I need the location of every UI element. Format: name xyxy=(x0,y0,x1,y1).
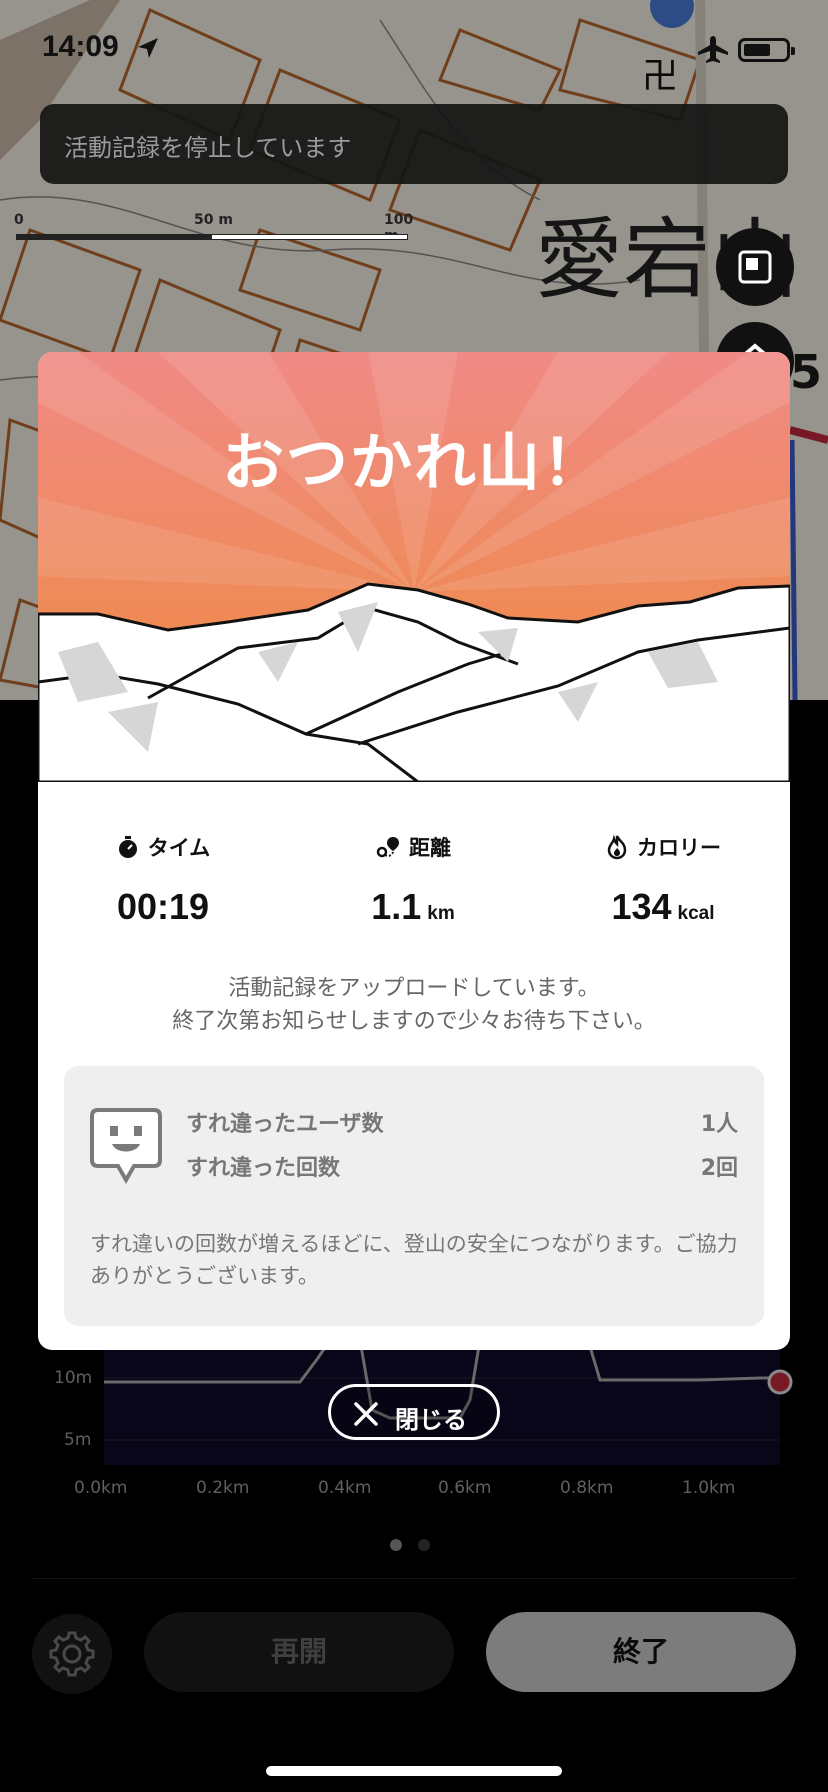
passing-info-box: すれ違ったユーザ数 1人 すれ違った回数 2回 すれ違いの回数が増えるほどに、登… xyxy=(64,1066,764,1326)
upload-notice-line1: 活動記録をアップロードしています。 xyxy=(228,976,600,1001)
scale-label: 0 xyxy=(14,212,24,228)
map-layer-button[interactable] xyxy=(716,228,794,306)
passing-note: すれ違いの回数が増えるほどに、登山の安全につながります。ご協力ありがとうございま… xyxy=(90,1232,738,1288)
passing-users-label: すれ違ったユーザ数 xyxy=(186,1112,384,1137)
upload-notice-line2: 終了次第お知らせしますので少々お待ち下さい。 xyxy=(172,1009,656,1034)
stat-distance-label: 距離 xyxy=(409,836,451,860)
airplane-mode-icon xyxy=(698,36,728,63)
close-label: 閉じる xyxy=(395,1406,467,1434)
status-time: 14:09 xyxy=(42,30,119,63)
stat-time-label: タイム xyxy=(147,836,211,860)
passing-count-row: すれ違った回数 2回 xyxy=(186,1150,738,1182)
stat-distance: 距離 1.1 km xyxy=(288,832,538,928)
layers-icon xyxy=(738,250,772,284)
status-bar: 14:09 xyxy=(0,0,828,96)
home-indicator[interactable] xyxy=(266,1766,562,1776)
close-button[interactable]: 閉じる xyxy=(328,1384,500,1440)
passing-face-icon xyxy=(90,1108,162,1185)
passing-count-value: 2回 xyxy=(700,1156,738,1181)
upload-notice: 活動記録をアップロードしています。 終了次第お知らせしますので少々お待ち下さい。 xyxy=(38,972,790,1038)
stat-calories-unit: kcal xyxy=(677,903,715,924)
stat-time: タイム 00:19 xyxy=(38,832,288,928)
modal-title: おつかれ山！ xyxy=(221,426,606,499)
stat-distance-value: 1.1 xyxy=(371,886,422,927)
recording-toast: 活動記録を停止しています xyxy=(40,104,788,184)
stat-calories-value: 134 xyxy=(611,886,672,927)
map-badge-number: 5 xyxy=(790,345,823,399)
hero-illustration: おつかれ山！ xyxy=(38,352,790,784)
stats-row: タイム 00:19 距離 1.1 km カロリー 134 kcal xyxy=(38,832,790,942)
map-scale: 0 50 m 100 m xyxy=(14,212,414,252)
finish-summary-modal: おつかれ山！ タイム 00:19 距離 1.1 km カロリー 134 kcal… xyxy=(38,352,790,1350)
route-icon xyxy=(376,837,399,858)
toast-text: 活動記録を停止しています xyxy=(64,134,352,162)
location-arrow-icon xyxy=(138,38,158,58)
passing-count-label: すれ違った回数 xyxy=(186,1156,341,1181)
flame-icon xyxy=(607,834,627,860)
scale-label: 50 m xyxy=(194,212,233,228)
stopwatch-icon xyxy=(118,836,137,858)
battery-icon xyxy=(738,38,795,62)
stat-calories-label: カロリー xyxy=(637,836,721,860)
close-icon xyxy=(354,1402,378,1426)
passing-users-row: すれ違ったユーザ数 1人 xyxy=(186,1106,738,1138)
passing-users-value: 1人 xyxy=(700,1112,738,1137)
stat-calories: カロリー 134 kcal xyxy=(538,832,788,928)
stat-distance-unit: km xyxy=(427,903,455,924)
stat-time-value: 00:19 xyxy=(116,886,210,927)
